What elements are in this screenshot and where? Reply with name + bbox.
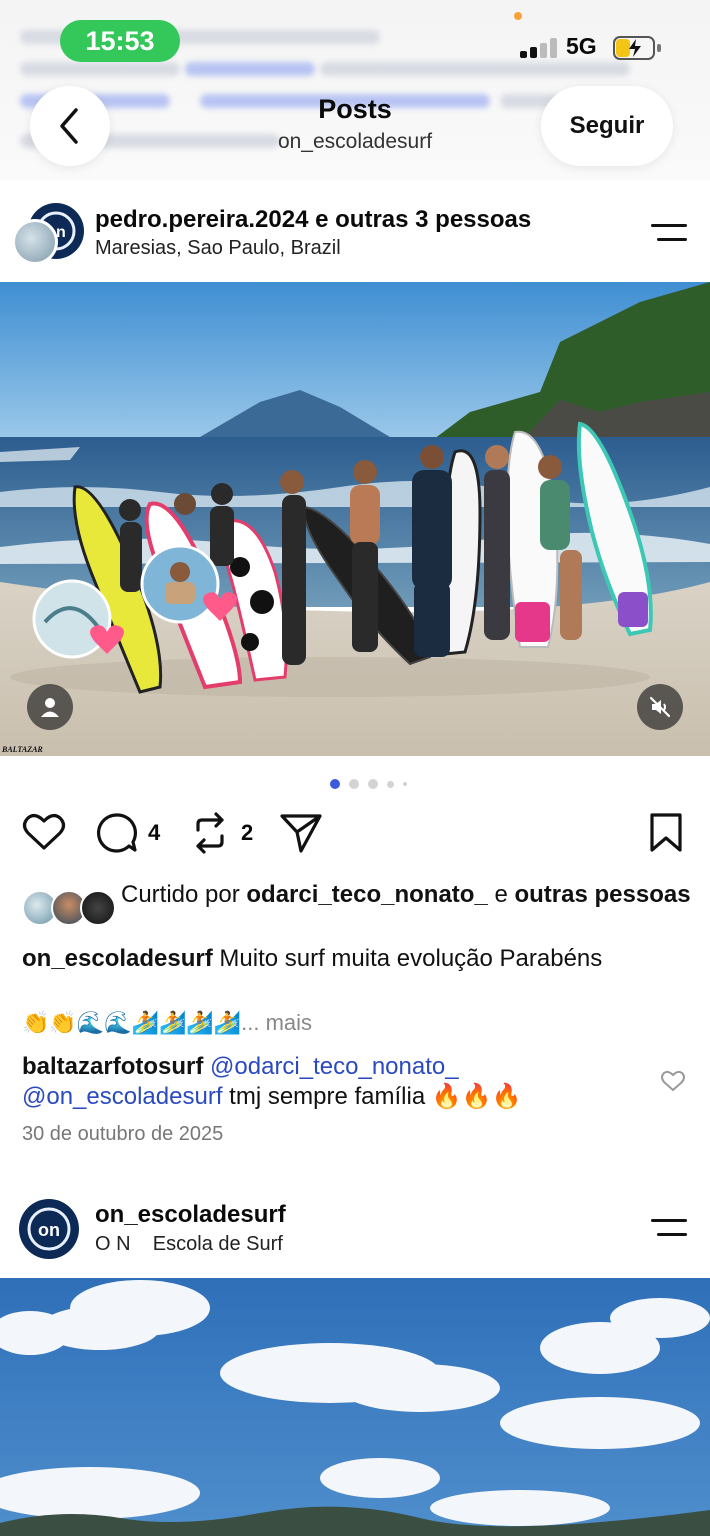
battery-icon: [613, 36, 661, 60]
blurred-text: [20, 62, 180, 76]
post-photo[interactable]: [0, 282, 710, 756]
post-author-avatars[interactable]: on: [12, 203, 84, 265]
avatar[interactable]: on: [19, 1199, 79, 1259]
carousel-dot: [368, 779, 378, 789]
share-icon[interactable]: [279, 812, 323, 854]
post-author[interactable]: on_escoladesurf: [95, 1201, 286, 1229]
liked-by-avatars[interactable]: [22, 890, 116, 926]
comment-mention[interactable]: @odarci_teco_nonato_: [210, 1053, 459, 1080]
comment-mention[interactable]: @on_escoladesurf: [22, 1083, 222, 1110]
photo-credit: BALTAZAR: [2, 745, 43, 754]
comment-author[interactable]: baltazarfotosurf: [22, 1053, 203, 1080]
carousel-dot: [387, 781, 394, 788]
post-photo[interactable]: [0, 1278, 710, 1536]
comment: baltazarfotosurf @odarci_teco_nonato_ @o…: [22, 1053, 522, 1110]
sky-clouds-photo: [0, 1278, 710, 1536]
mute-icon: [649, 696, 671, 718]
svg-text:on: on: [38, 1220, 60, 1240]
follow-button[interactable]: Seguir: [541, 86, 673, 166]
status-time: 15:53: [60, 20, 180, 62]
privacy-indicator: [514, 12, 522, 20]
carousel-dot: [349, 779, 359, 789]
menu-icon[interactable]: [651, 1217, 691, 1241]
post-subtitle[interactable]: O N Escola de Surf: [95, 1233, 283, 1256]
menu-icon[interactable]: [651, 222, 691, 246]
carousel-dot: [403, 782, 407, 786]
avatar: [12, 219, 58, 265]
mute-button[interactable]: [637, 684, 683, 730]
blurred-text: [185, 62, 315, 76]
post-location[interactable]: Maresias, Sao Paulo, Brazil: [95, 237, 341, 260]
carousel-indicator: [330, 779, 420, 789]
heart-icon[interactable]: [22, 812, 66, 852]
carousel-dot-active: [330, 779, 340, 789]
repost-icon[interactable]: [190, 812, 230, 854]
beach-surf-photo: [0, 282, 710, 756]
post-author[interactable]: pedro.pereira.2024 e outras 3 pessoas: [95, 206, 531, 234]
network-type: 5G: [566, 33, 597, 59]
liked-by-others[interactable]: outras pessoas: [514, 881, 690, 908]
post-actions: 4 2: [0, 810, 710, 854]
tagged-people-button[interactable]: [27, 684, 73, 730]
avatar: [80, 890, 116, 926]
post-caption: on_escoladesurf Muito surf muita evoluçã…: [22, 945, 603, 972]
comments-count[interactable]: 4: [148, 820, 160, 846]
bookmark-icon[interactable]: [648, 812, 684, 854]
comment-like-icon[interactable]: [661, 1070, 685, 1092]
more-link[interactable]: ... mais: [241, 1010, 312, 1035]
blurred-text: [320, 62, 630, 76]
caption-author[interactable]: on_escoladesurf: [22, 945, 213, 972]
reposts-count[interactable]: 2: [241, 820, 253, 846]
liked-by-text[interactable]: Curtido por odarci_teco_nonato_ e outras…: [121, 880, 701, 909]
liked-by-user[interactable]: odarci_teco_nonato_: [246, 881, 487, 908]
post-date: 30 de outubro de 2025: [22, 1123, 224, 1145]
comment-icon[interactable]: [95, 812, 139, 854]
caption-emojis: 👏👏🌊🌊🏄🏄🏄🏄... mais: [22, 1010, 313, 1036]
signal-icon: [520, 38, 560, 58]
person-icon: [41, 698, 59, 717]
